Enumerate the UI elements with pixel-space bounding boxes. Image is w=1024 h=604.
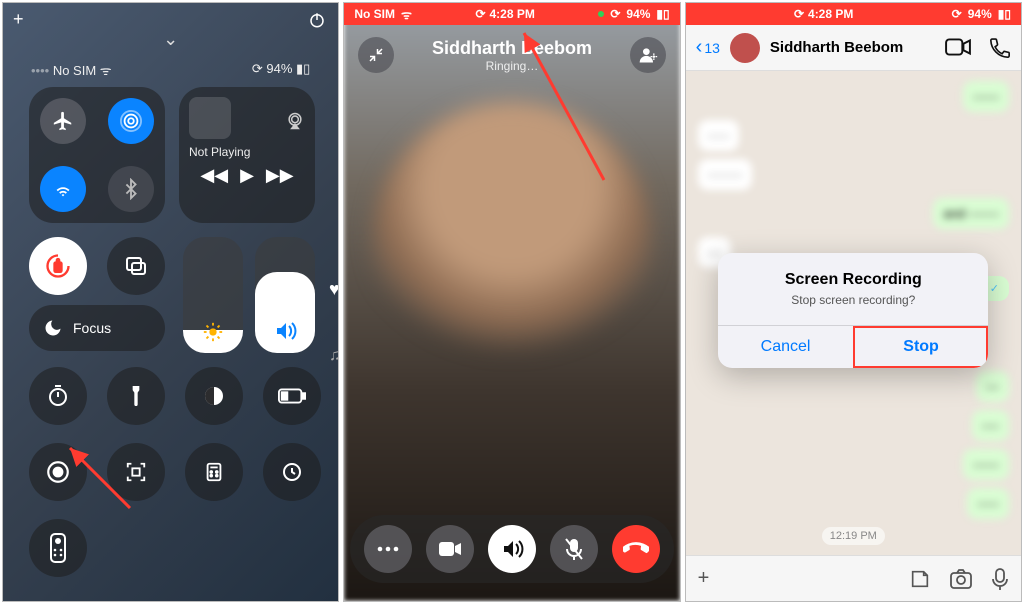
media-tile[interactable]: Not Playing ◀◀ ▶ ▶▶ <box>179 87 315 223</box>
timer-button[interactable] <box>29 367 87 425</box>
minimize-call-button[interactable] <box>358 37 394 73</box>
favorites-icon[interactable]: ♥ <box>329 279 339 300</box>
mic-button[interactable] <box>991 567 1009 591</box>
power-icon[interactable] <box>308 11 326 29</box>
focus-button[interactable]: Focus <box>29 305 165 351</box>
carrier-label: No SIM <box>53 63 96 78</box>
message-timestamp: 12:19 PM <box>822 527 885 545</box>
call-status: Ringing… <box>486 59 539 73</box>
call-header: Siddharth Beebom Ringing… <box>344 37 679 73</box>
cancel-button[interactable]: Cancel <box>718 326 853 368</box>
whatsapp-alert-pane: ⟳4:28 PM ⟳94%▮▯ ‹13 Siddharth Beebom ---… <box>685 2 1022 602</box>
rotation-lock-button[interactable] <box>29 237 87 295</box>
volume-slider[interactable] <box>255 237 315 353</box>
alert-message: Stop screen recording? <box>734 293 972 307</box>
contact-name[interactable]: Siddharth Beebom <box>770 39 903 56</box>
caller-name: Siddharth Beebom <box>432 38 592 59</box>
status-bar: •••• No SIM ᯤ ⟳ 94% ▮▯ <box>3 61 338 79</box>
speaker-button[interactable] <box>488 525 536 573</box>
attach-button[interactable]: + <box>698 567 710 590</box>
media-title: Not Playing <box>189 145 305 159</box>
dark-mode-button[interactable] <box>185 367 243 425</box>
rewind-icon[interactable]: ◀◀ <box>200 165 228 186</box>
unread-count: 13 <box>704 40 720 56</box>
end-call-button[interactable] <box>612 525 660 573</box>
camera-indicator-icon <box>598 11 604 17</box>
add-person-button[interactable] <box>630 37 666 73</box>
message-bubble: ----- <box>967 488 1009 519</box>
forward-icon[interactable]: ▶▶ <box>266 165 294 186</box>
battery-pct: 94% <box>266 61 292 76</box>
stop-button[interactable]: Stop <box>853 326 989 368</box>
wifi-button[interactable] <box>40 166 86 212</box>
chat-header: ‹13 Siddharth Beebom <box>686 25 1021 71</box>
wifi-icon: ᯤ <box>100 63 112 78</box>
battery-pct: 94% <box>968 7 992 21</box>
message-bubble: ---- <box>972 410 1009 441</box>
avatar[interactable] <box>730 33 760 63</box>
call-controls <box>350 515 674 583</box>
message-bubble: and ------- <box>933 198 1009 229</box>
airplay-icon[interactable] <box>285 111 305 131</box>
music-icon[interactable]: ♫ <box>329 347 339 365</box>
message-bubble: ------ <box>963 81 1009 112</box>
calculator-button[interactable] <box>185 443 243 501</box>
camera-toggle-button[interactable] <box>426 525 474 573</box>
message-bubble: ----- <box>698 120 740 151</box>
add-icon[interactable]: + <box>13 9 24 30</box>
screen-record-button[interactable] <box>29 443 87 501</box>
flashlight-button[interactable] <box>107 367 165 425</box>
screen-mirroring-button[interactable] <box>107 237 165 295</box>
message-bubble: -------- <box>698 159 753 190</box>
message-bubble: --- <box>976 371 1009 402</box>
qr-scanner-button[interactable] <box>107 443 165 501</box>
time-label: 4:28 PM <box>808 7 853 21</box>
cellular-bluetooth-button[interactable] <box>108 166 154 212</box>
camera-button[interactable] <box>949 568 973 590</box>
caller-face-blur <box>372 102 652 382</box>
battery-icon: ▮▯ <box>656 7 669 21</box>
alert-title: Screen Recording <box>734 271 972 289</box>
low-power-button[interactable] <box>263 367 321 425</box>
time-label: 4:28 PM <box>490 7 535 21</box>
media-controls: ◀◀ ▶ ▶▶ <box>189 165 305 186</box>
more-button[interactable] <box>364 525 412 573</box>
battery-icon: ▮▯ <box>998 7 1011 21</box>
chevron-down-icon: ⌄ <box>163 29 178 50</box>
battery-icon: ▮▯ <box>296 61 310 76</box>
carrier-label: No SIM <box>354 7 395 21</box>
brightness-slider[interactable] <box>183 237 243 353</box>
sticker-button[interactable] <box>909 568 931 590</box>
facetime-call-pane: No SIMᯤ ⟳4:28 PM ⟳94%▮▯ Siddharth Beebom… <box>343 2 680 602</box>
message-bubble: ------ <box>963 449 1009 480</box>
mute-button[interactable] <box>550 525 598 573</box>
back-button[interactable]: ‹13 <box>696 36 720 59</box>
wifi-icon: ᯤ <box>401 6 412 23</box>
recording-status-bar[interactable]: No SIMᯤ ⟳4:28 PM ⟳94%▮▯ <box>344 3 679 25</box>
airdrop-button[interactable] <box>108 98 154 144</box>
focus-label: Focus <box>73 320 111 336</box>
screen-recording-alert: Screen Recording Stop screen recording? … <box>718 253 988 368</box>
voice-call-button[interactable] <box>989 37 1011 59</box>
play-icon[interactable]: ▶ <box>240 165 254 186</box>
media-thumbnail <box>189 97 231 139</box>
extra-button[interactable] <box>263 443 321 501</box>
apple-tv-remote-button[interactable] <box>29 519 87 577</box>
control-center-pane: + ⌄ •••• No SIM ᯤ ⟳ 94% ▮▯ Not Playing <box>2 2 339 602</box>
connectivity-tile[interactable] <box>29 87 165 223</box>
recording-status-bar[interactable]: ⟳4:28 PM ⟳94%▮▯ <box>686 3 1021 25</box>
airplane-mode-button[interactable] <box>40 98 86 144</box>
video-call-button[interactable] <box>945 37 971 59</box>
battery-pct: 94% <box>626 7 650 21</box>
input-bar: + <box>686 555 1021 601</box>
